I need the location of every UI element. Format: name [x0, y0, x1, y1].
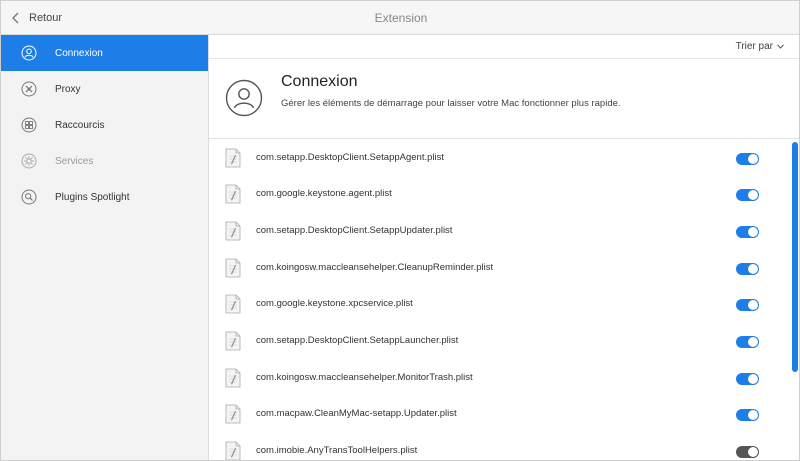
item-toggle[interactable]	[736, 226, 759, 238]
section-header: Connexion Gérer les éléments de démarrag…	[209, 59, 799, 139]
sidebar: Connexion Proxy Raccourcis Services Plug…	[1, 35, 209, 460]
item-label: com.google.keystone.agent.plist	[256, 188, 392, 199]
sort-bar: Trier par	[209, 35, 799, 59]
list-item: com.setapp.DesktopClient.SetappUpdater.p…	[209, 213, 789, 249]
toggle-knob	[748, 374, 758, 384]
window-title: Extension	[374, 11, 428, 25]
list-item: com.setapp.DesktopClient.SetappAgent.pli…	[209, 140, 789, 176]
item-toggle[interactable]	[736, 409, 759, 421]
plist-file-icon	[225, 184, 241, 204]
plist-file-icon	[225, 441, 241, 460]
list-item: com.koingosw.maccleansehelper.MonitorTra…	[209, 360, 789, 396]
list-item: com.macpaw.CleanMyMac-setapp.Updater.pli…	[209, 396, 789, 432]
startup-items-list: com.setapp.DesktopClient.SetappAgent.pli…	[209, 140, 799, 460]
plist-file-icon	[225, 148, 241, 168]
services-icon	[21, 153, 37, 169]
list-item: com.setapp.DesktopClient.SetappLauncher.…	[209, 323, 789, 359]
item-toggle[interactable]	[736, 299, 759, 311]
page-description: Gérer les éléments de démarrage pour lai…	[281, 98, 621, 109]
list-item: com.google.keystone.xpcservice.plist	[209, 286, 789, 322]
sidebar-item-plugins-spotlight[interactable]: Plugins Spotlight	[1, 179, 208, 215]
sidebar-item-proxy[interactable]: Proxy	[1, 71, 208, 107]
item-toggle[interactable]	[736, 153, 759, 165]
item-toggle[interactable]	[736, 446, 759, 458]
scrollbar-thumb[interactable]	[792, 142, 798, 372]
item-toggle[interactable]	[736, 336, 759, 348]
sort-label: Trier par	[735, 41, 773, 52]
sidebar-item-raccourcis[interactable]: Raccourcis	[1, 107, 208, 143]
item-label: com.macpaw.CleanMyMac-setapp.Updater.pli…	[256, 408, 457, 419]
toggle-knob	[748, 190, 758, 200]
item-toggle[interactable]	[736, 263, 759, 275]
toggle-knob	[748, 227, 758, 237]
page-title: Connexion	[281, 73, 358, 90]
toggle-knob	[748, 154, 758, 164]
chevron-down-icon	[777, 44, 784, 49]
user-circle-icon	[225, 79, 263, 117]
item-toggle[interactable]	[736, 373, 759, 385]
sort-button[interactable]: Trier par	[736, 41, 784, 52]
plist-file-icon	[225, 404, 241, 424]
plist-file-icon	[225, 368, 241, 388]
sidebar-item-label: Proxy	[55, 83, 81, 95]
item-label: com.imobie.AnyTransToolHelpers.plist	[256, 445, 418, 456]
user-circle-icon	[21, 45, 37, 61]
list-item: com.imobie.AnyTransToolHelpers.plist	[209, 433, 789, 460]
item-label: com.setapp.DesktopClient.SetappUpdater.p…	[256, 225, 453, 236]
item-label: com.setapp.DesktopClient.SetappAgent.pli…	[256, 152, 444, 163]
item-label: com.koingosw.maccleansehelper.CleanupRem…	[256, 262, 494, 273]
list-item: com.koingosw.maccleansehelper.CleanupRem…	[209, 250, 789, 286]
shortcuts-icon	[21, 117, 37, 133]
toggle-knob	[748, 410, 758, 420]
item-label: com.setapp.DesktopClient.SetappLauncher.…	[256, 335, 459, 346]
sidebar-item-connexion[interactable]: Connexion	[1, 35, 208, 71]
item-label: com.koingosw.maccleansehelper.MonitorTra…	[256, 372, 473, 383]
title-bar: Retour Extension	[1, 1, 799, 35]
list-item: com.google.keystone.agent.plist	[209, 176, 789, 212]
proxy-icon	[21, 81, 37, 97]
plist-file-icon	[225, 331, 241, 351]
plist-file-icon	[225, 258, 241, 278]
plist-file-icon	[225, 221, 241, 241]
sidebar-item-services[interactable]: Services	[1, 143, 208, 179]
plist-file-icon	[225, 294, 241, 314]
list-scrollbar[interactable]	[792, 140, 798, 460]
toggle-knob	[748, 447, 758, 457]
sidebar-item-label: Plugins Spotlight	[55, 191, 130, 203]
sidebar-item-label: Services	[55, 155, 94, 167]
search-icon	[21, 189, 37, 205]
main-panel: Trier par Connexion Gérer les éléments d…	[209, 35, 799, 460]
toggle-knob	[748, 264, 758, 274]
item-label: com.google.keystone.xpcservice.plist	[256, 298, 413, 309]
item-toggle[interactable]	[736, 189, 759, 201]
toggle-knob	[748, 300, 758, 310]
sidebar-item-label: Connexion	[55, 47, 103, 59]
toggle-knob	[748, 337, 758, 347]
app-window: Retour Extension Connexion Proxy Raccour…	[0, 0, 800, 461]
sidebar-item-label: Raccourcis	[55, 119, 105, 131]
